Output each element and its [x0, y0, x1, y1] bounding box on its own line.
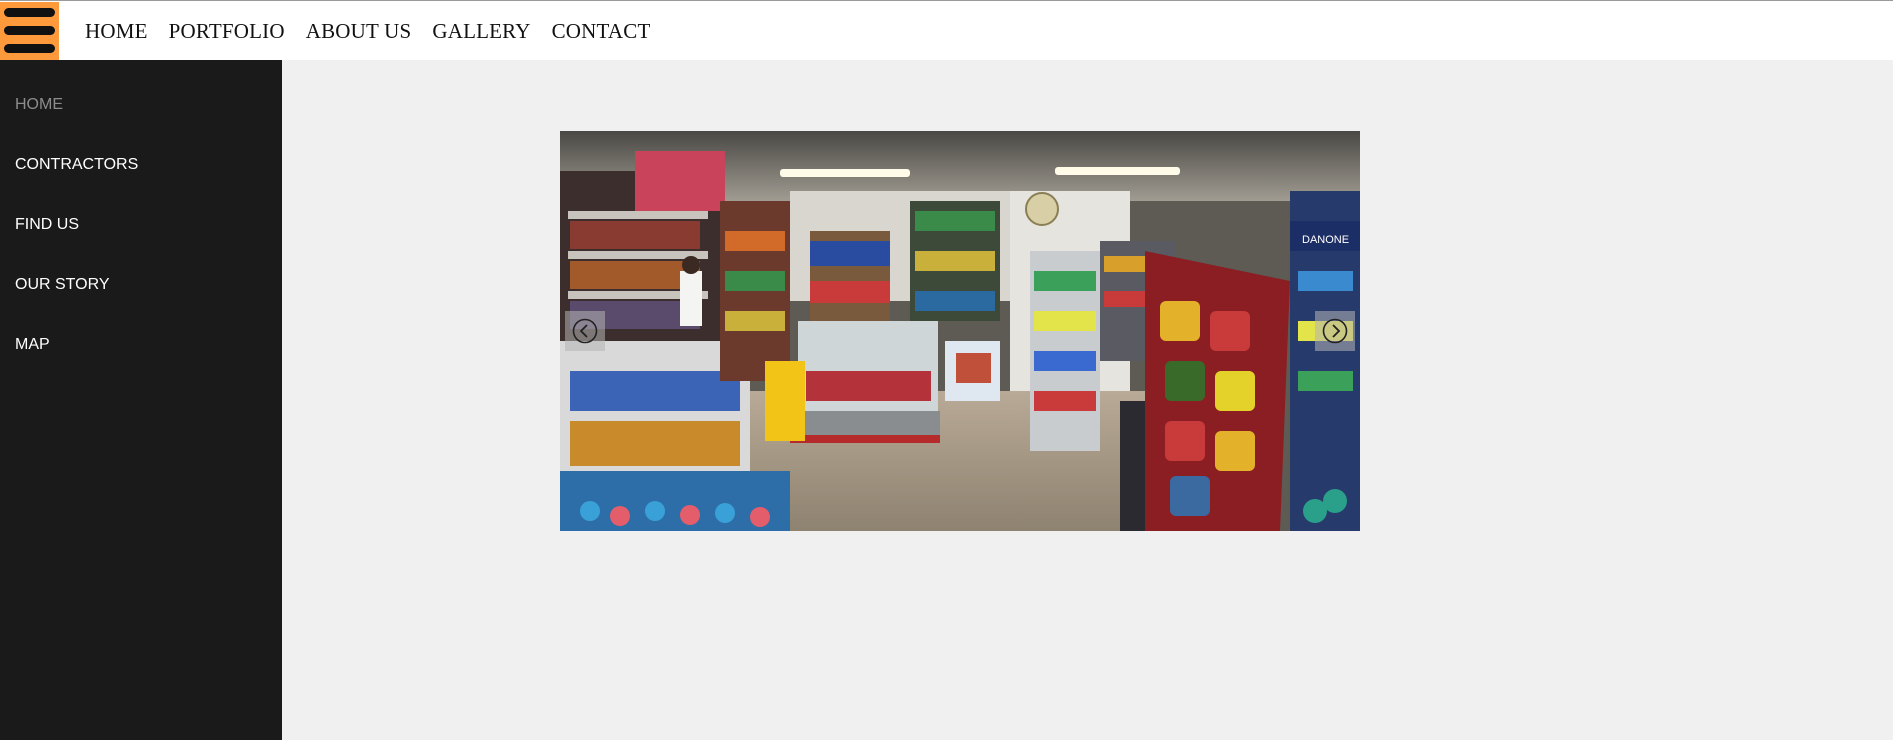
sidebar-item-contractors[interactable]: CONTRACTORS [15, 156, 138, 174]
danone-sign: DANONE [1302, 234, 1349, 246]
top-nav-home[interactable]: HOME [85, 19, 148, 44]
image-slider: DANONE [560, 131, 1360, 531]
sidebar-item-find-us[interactable]: FIND US [15, 216, 79, 234]
top-nav-contact[interactable]: CONTACT [552, 19, 651, 44]
top-nav-gallery[interactable]: GALLERY [432, 19, 530, 44]
hamburger-bar [4, 44, 55, 53]
sidebar-item-map[interactable]: MAP [15, 336, 50, 354]
sidebar-item-our-story[interactable]: OUR STORY [15, 276, 110, 294]
slider-next-button[interactable] [1315, 311, 1355, 351]
sidebar-item-home[interactable]: HOME [15, 96, 63, 114]
top-nav-about-us[interactable]: ABOUT US [306, 19, 412, 44]
hamburger-bar [4, 8, 55, 17]
chevron-right-circle-icon [1322, 318, 1348, 344]
top-navigation-bar: HOME PORTFOLIO ABOUT US GALLERY CONTACT [0, 0, 1893, 60]
chevron-left-circle-icon [572, 318, 598, 344]
hamburger-bar [4, 26, 55, 35]
hamburger-menu-icon[interactable] [0, 2, 59, 60]
top-nav-portfolio[interactable]: PORTFOLIO [169, 19, 285, 44]
top-nav-links: HOME PORTFOLIO ABOUT US GALLERY CONTACT [85, 1, 671, 61]
sidebar: HOME CONTRACTORS FIND US OUR STORY MAP [0, 60, 282, 740]
store-interior-photo: DANONE [560, 131, 1360, 531]
slider-prev-button[interactable] [565, 311, 605, 351]
